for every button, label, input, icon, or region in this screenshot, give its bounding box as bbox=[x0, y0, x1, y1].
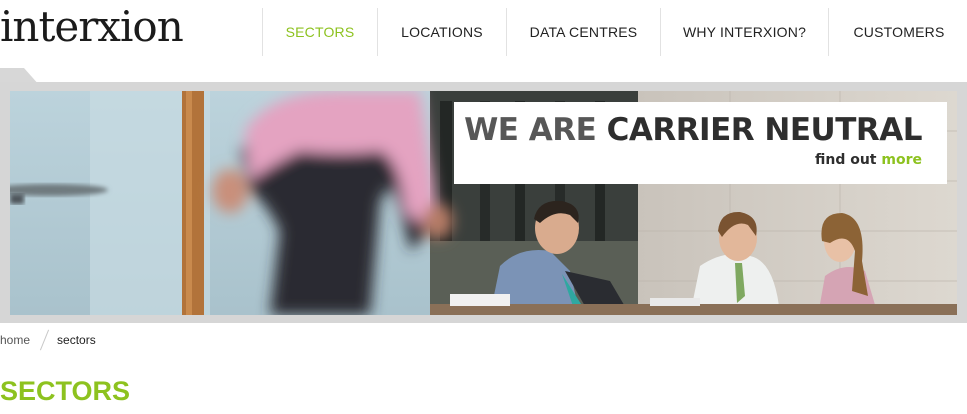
find-out-more-link[interactable]: find out more bbox=[815, 152, 922, 168]
find-out-text[interactable]: find out bbox=[815, 152, 877, 168]
page-title: SECTORS bbox=[0, 376, 131, 406]
callout-heading-dark: CARRIER NEUTRAL bbox=[606, 112, 923, 148]
nav-item-sectors[interactable]: SECTORS bbox=[262, 8, 377, 56]
nav-item-why-interxion[interactable]: WHY INTERXION? bbox=[660, 8, 828, 56]
more-text[interactable]: more bbox=[881, 152, 922, 168]
carrier-neutral-callout: WE ARE CARRIER NEUTRAL find out more bbox=[454, 102, 947, 184]
callout-heading-light: WE ARE bbox=[464, 112, 597, 148]
breadcrumb: home sectors bbox=[0, 329, 96, 351]
nav-item-data-centres[interactable]: DATA CENTRES bbox=[506, 8, 660, 56]
callout-heading: WE ARE CARRIER NEUTRAL bbox=[464, 112, 922, 148]
interxion-logo[interactable]: interxion bbox=[0, 2, 184, 52]
breadcrumb-separator bbox=[39, 329, 50, 351]
main-nav: SECTORS LOCATIONS DATA CENTRES WHY INTER… bbox=[262, 8, 967, 56]
breadcrumb-home-link[interactable]: home bbox=[0, 333, 30, 347]
nav-item-customers[interactable]: CUSTOMERS bbox=[828, 8, 967, 56]
breadcrumb-current: sectors bbox=[57, 333, 96, 347]
nav-item-locations[interactable]: LOCATIONS bbox=[377, 8, 506, 56]
